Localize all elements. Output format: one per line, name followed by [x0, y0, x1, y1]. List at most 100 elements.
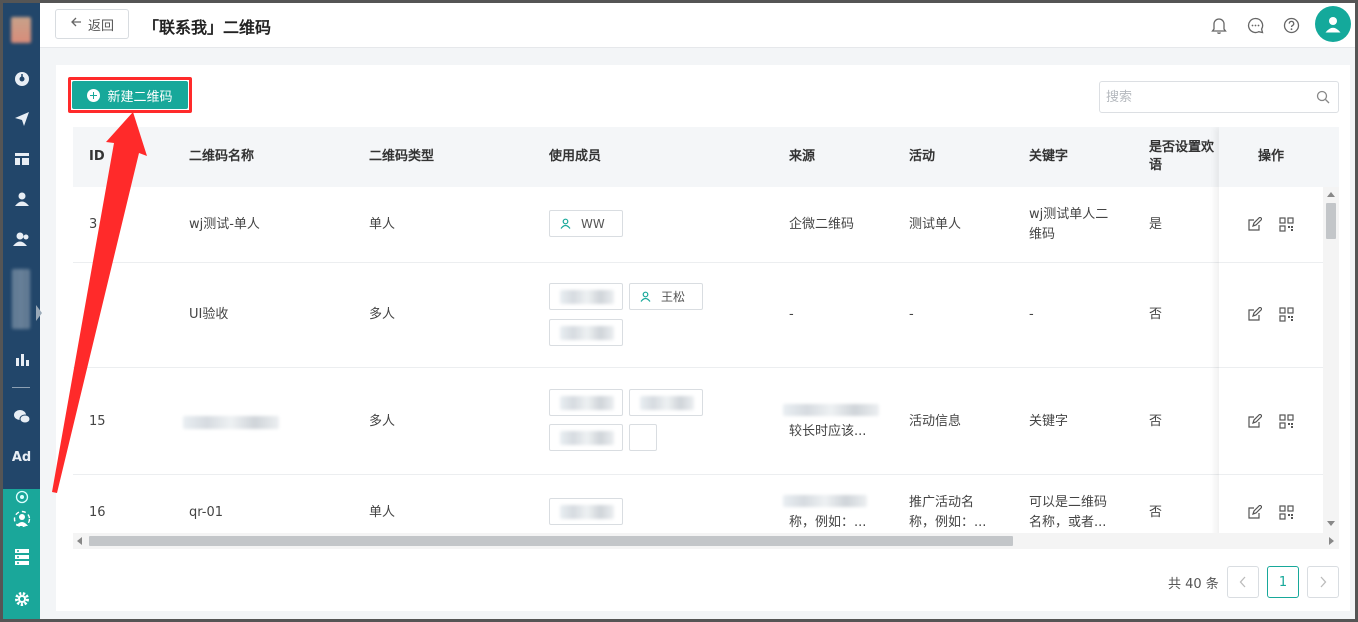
sidebar: Ad — [3, 3, 42, 619]
plus-circle-icon — [87, 88, 101, 102]
collapsed-menu-item[interactable] — [12, 269, 30, 329]
ad-icon[interactable]: Ad — [3, 445, 40, 469]
col-qr-name[interactable]: 二维码名称 — [189, 127, 254, 187]
scroll-left-icon[interactable] — [77, 537, 82, 545]
vertical-scrollbar[interactable] — [1323, 187, 1339, 533]
operations-column: 操作 — [1219, 127, 1323, 549]
target-icon[interactable] — [3, 487, 40, 507]
blurred-name — [183, 416, 279, 429]
table-row: 3 wj测试-单人 单人 WW 企微二维码 测试单人 wj测试单人二维码 是 — [73, 187, 1323, 263]
member-tag — [549, 319, 623, 346]
member-tag — [629, 424, 657, 451]
edit-icon[interactable] — [1245, 305, 1263, 323]
scroll-up-icon[interactable] — [1327, 192, 1335, 197]
cell-id: 16 — [89, 505, 106, 520]
server-icon[interactable] — [3, 545, 40, 569]
avatar[interactable] — [1315, 6, 1351, 42]
dashboard-icon[interactable] — [3, 67, 40, 91]
cell-welcome: 否 — [1149, 307, 1163, 322]
qr-code-table: ID 二维码名称 二维码类型 使用成员 来源 活动 关键字 是否设置欢语 3 w… — [73, 127, 1339, 549]
cell-activity: 活动信息 — [909, 414, 962, 429]
horizontal-scrollbar[interactable] — [73, 533, 1339, 549]
scroll-down-icon[interactable] — [1327, 521, 1335, 526]
col-activity[interactable]: 活动 — [909, 127, 935, 187]
col-members[interactable]: 使用成员 — [549, 127, 601, 187]
member-tag: 王松 — [629, 283, 703, 310]
table-row: 15 多人 较长时应该... 活动信息 关键字 否 — [73, 368, 1323, 475]
horizontal-scroll-thumb[interactable] — [89, 536, 1013, 546]
member-tag — [549, 498, 623, 525]
sidebar-divider — [12, 387, 30, 388]
qrcode-icon[interactable] — [1277, 215, 1295, 233]
user-icon — [1325, 17, 1341, 33]
send-icon[interactable] — [3, 107, 40, 131]
help-icon[interactable] — [1281, 15, 1301, 35]
cell-activity: 推广活动名称，例如：... — [909, 495, 987, 530]
col-operations: 操作 — [1219, 127, 1323, 187]
qrcode-icon[interactable] — [1277, 412, 1295, 430]
cell-source: - — [789, 307, 794, 322]
back-button[interactable]: 返回 — [55, 9, 129, 39]
cell-activity: 测试单人 — [909, 217, 962, 232]
col-id[interactable]: ID — [89, 127, 105, 187]
page-button-current[interactable]: 1 — [1267, 566, 1299, 598]
chat-icon[interactable] — [1245, 15, 1265, 35]
qrcode-icon[interactable] — [1277, 503, 1295, 521]
user-icon[interactable] — [3, 187, 40, 211]
prev-page-button[interactable] — [1227, 566, 1259, 598]
col-source[interactable]: 来源 — [789, 127, 815, 187]
member-tag — [549, 389, 623, 416]
next-page-button[interactable] — [1307, 566, 1339, 598]
cell-name: qr-01 — [189, 505, 223, 520]
new-qr-code-label: 新建二维码 — [107, 89, 173, 105]
vertical-scroll-thumb[interactable] — [1326, 203, 1336, 239]
arrow-left-icon — [70, 16, 82, 32]
cell-source: 称，例如：... — [789, 515, 867, 530]
blurred-source — [783, 404, 879, 416]
users-icon[interactable] — [3, 227, 40, 251]
cell-name: wj测试-单人 — [189, 217, 260, 232]
edit-icon[interactable] — [1245, 412, 1263, 430]
cell-welcome: 否 — [1149, 505, 1163, 520]
gear-icon[interactable] — [3, 587, 40, 611]
col-keyword[interactable]: 关键字 — [1029, 127, 1068, 187]
cell-welcome: 否 — [1149, 414, 1163, 429]
scroll-right-icon[interactable] — [1329, 537, 1334, 545]
brand-logo — [11, 17, 31, 43]
search-box — [1099, 81, 1339, 113]
cell-id: 3 — [89, 217, 98, 232]
wechat-icon[interactable] — [3, 405, 40, 429]
member-name: WW — [581, 216, 605, 231]
sidebar-active-group — [3, 489, 40, 619]
bar-chart-icon[interactable] — [3, 347, 40, 371]
table-header: ID 二维码名称 二维码类型 使用成员 来源 活动 关键字 是否设置欢语 — [73, 127, 1339, 187]
cell-source: 企微二维码 — [789, 217, 855, 232]
cell-welcome: 是 — [1149, 217, 1163, 232]
search-input[interactable] — [1106, 88, 1306, 106]
member-tag — [549, 424, 623, 451]
edit-icon[interactable] — [1245, 503, 1263, 521]
member-tag — [549, 283, 623, 310]
bell-icon[interactable] — [1209, 15, 1229, 35]
member-tag — [629, 389, 703, 416]
cell-name: UI验收 — [189, 307, 229, 322]
col-qr-type[interactable]: 二维码类型 — [369, 127, 434, 187]
collapse-arrow-icon[interactable] — [36, 305, 42, 321]
cell-keyword: - — [1029, 307, 1034, 322]
pagination-total: 共 40 条 — [1168, 577, 1219, 592]
chevron-right-icon — [1320, 576, 1327, 588]
cell-type: 单人 — [369, 505, 396, 520]
top-bar: 返回 「联系我」二维码 — [40, 3, 1355, 48]
cell-keyword: 可以是二维码名称，或者... — [1029, 495, 1108, 530]
col-welcome[interactable]: 是否设置欢语 — [1149, 127, 1223, 187]
cell-type: 多人 — [369, 414, 396, 429]
edit-icon[interactable] — [1245, 215, 1263, 233]
new-qr-code-button[interactable]: 新建二维码 — [72, 81, 188, 109]
qrcode-icon[interactable] — [1277, 305, 1295, 323]
search-icon[interactable] — [1316, 90, 1330, 108]
cell-activity: - — [909, 307, 914, 322]
layout-icon[interactable] — [3, 147, 40, 171]
app-frame: Ad 返回 「联系我」二维码 新建二维码 搜索 ID 二维码名称 二维码类型 使… — [3, 3, 1355, 619]
customer-icon[interactable] — [3, 507, 40, 531]
member-tag: WW — [549, 210, 623, 237]
